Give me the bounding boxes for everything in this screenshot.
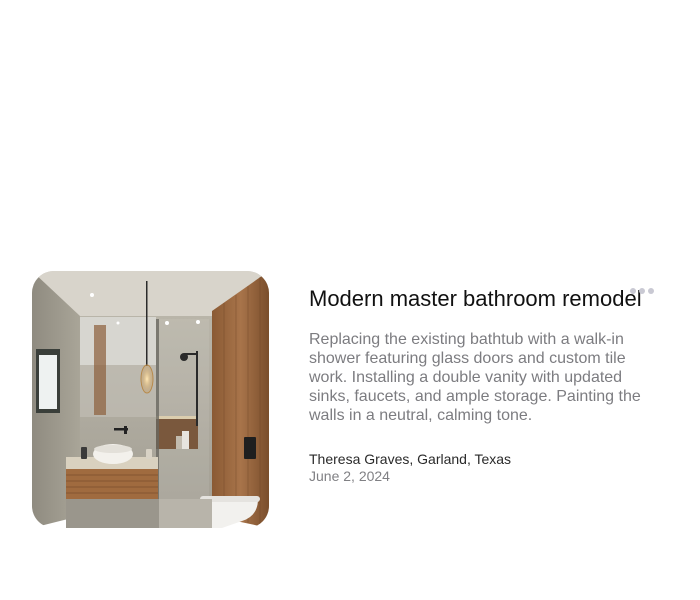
project-date: June 2, 2024 xyxy=(309,468,390,484)
project-author: Theresa Graves, Garland, Texas xyxy=(309,451,512,467)
bathroom-render-illustration xyxy=(32,271,269,528)
more-horizontal-icon xyxy=(639,288,645,294)
project-image[interactable] xyxy=(32,271,269,528)
project-title[interactable]: Modern master bathroom remodel xyxy=(309,285,654,313)
more-horizontal-icon xyxy=(630,288,636,294)
more-options-button[interactable] xyxy=(624,283,660,299)
project-details: Modern master bathroom remodel Replacing… xyxy=(309,285,654,485)
page: Modern master bathroom remodel Replacing… xyxy=(0,0,700,600)
more-horizontal-icon xyxy=(648,288,654,294)
project-card[interactable]: Modern master bathroom remodel Replacing… xyxy=(32,271,672,529)
project-description: Replacing the existing bathtub with a wa… xyxy=(309,331,641,424)
